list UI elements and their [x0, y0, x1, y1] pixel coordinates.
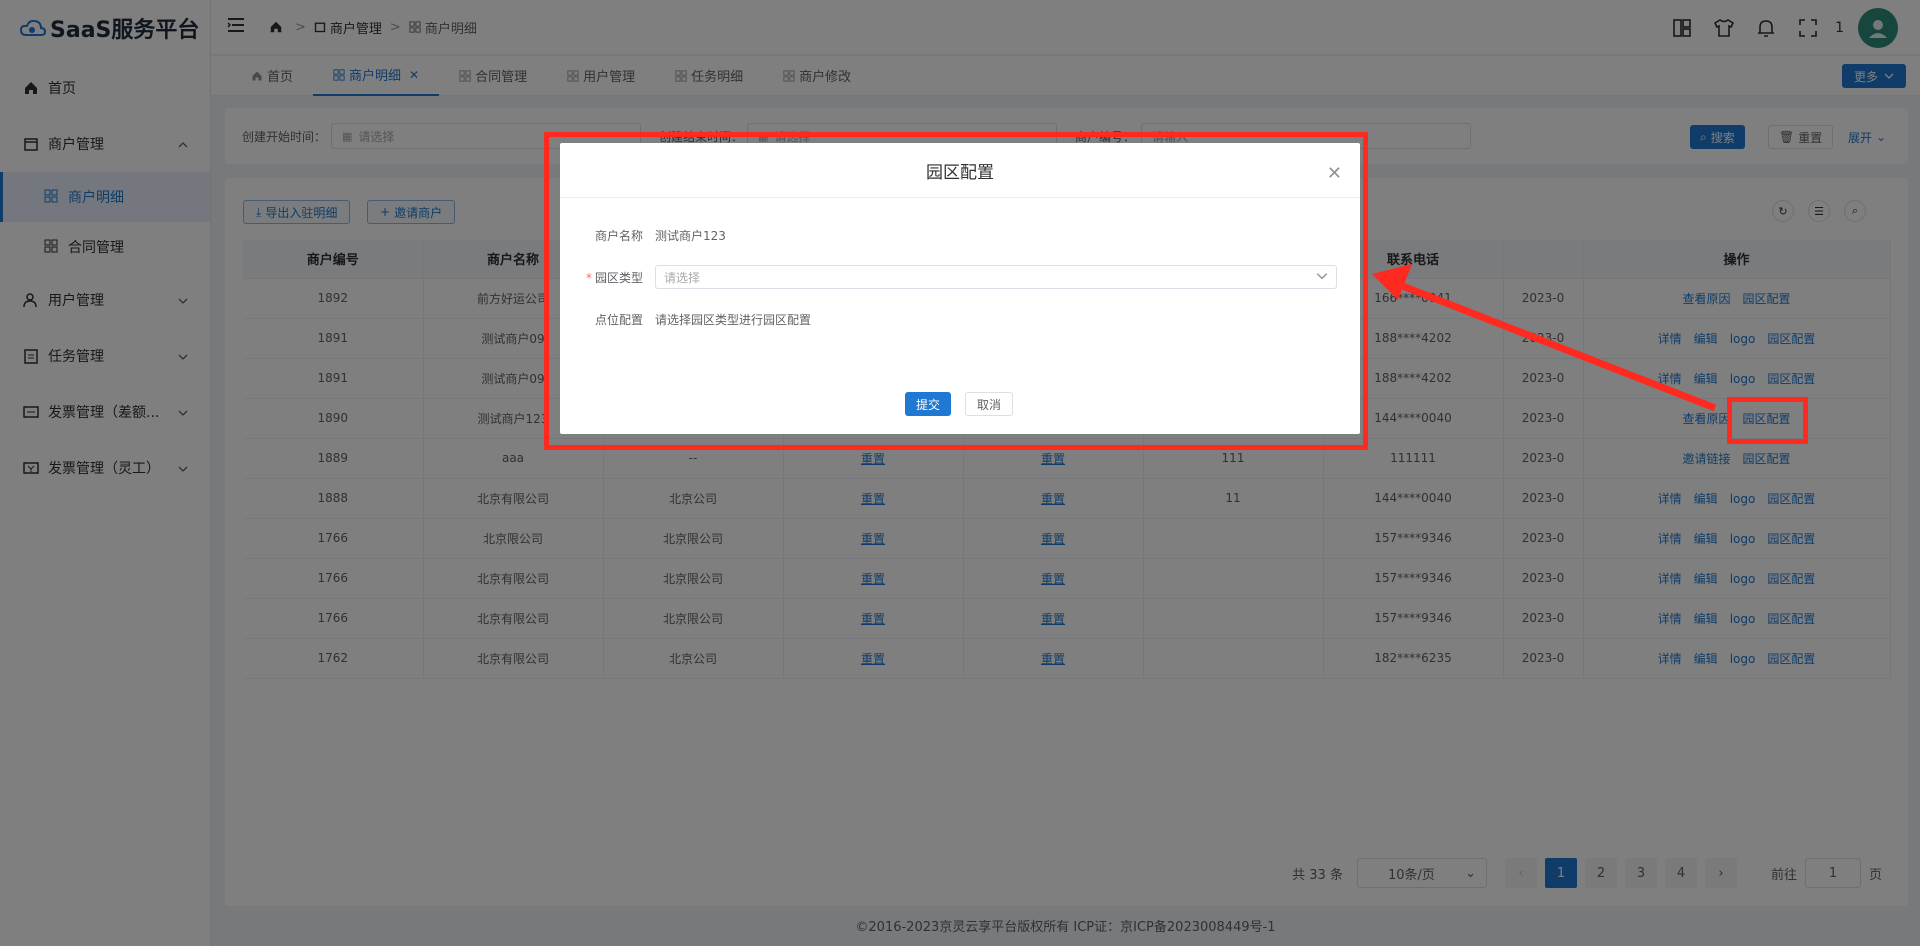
annotation-arrow: [1372, 264, 1717, 412]
